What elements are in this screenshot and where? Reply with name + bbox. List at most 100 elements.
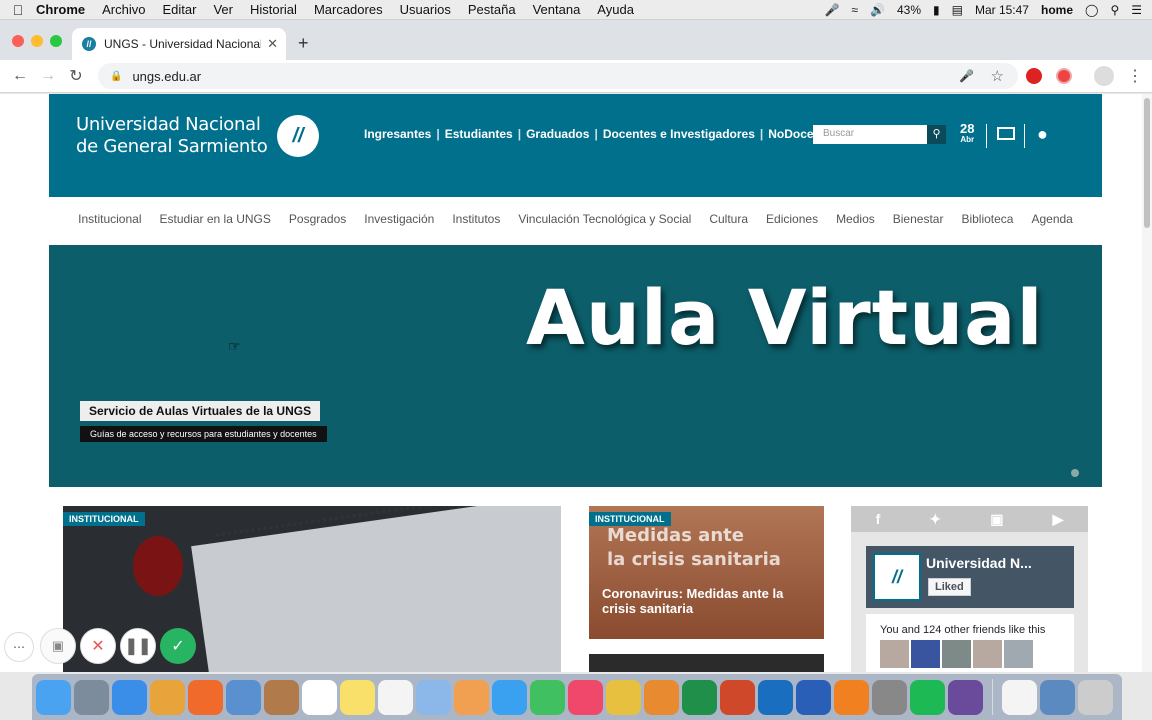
news-card-next[interactable] xyxy=(589,654,824,672)
dock-contacts-icon[interactable] xyxy=(264,679,299,715)
tab-close-icon[interactable]: ✕ xyxy=(267,36,278,52)
dock-launchpad-icon[interactable] xyxy=(74,679,109,715)
mainnav-institutos[interactable]: Institutos xyxy=(452,212,500,226)
instagram-icon[interactable]: ▣ xyxy=(990,511,1003,528)
nav-graduados[interactable]: Graduados xyxy=(526,127,589,141)
friend-avatar[interactable] xyxy=(880,640,909,668)
dock-document-icon[interactable] xyxy=(1002,679,1037,715)
news-card-coronavirus[interactable]: INSTITUCIONAL Medidas ante la crisis san… xyxy=(589,506,824,639)
menubar-clock[interactable]: Mar 15:47 xyxy=(975,3,1029,17)
extension-icon[interactable] xyxy=(1056,68,1072,84)
page-scrollbar[interactable] xyxy=(1142,94,1152,672)
twitter-icon[interactable]: ✦ xyxy=(929,511,941,528)
dock-mail-icon[interactable] xyxy=(226,679,261,715)
search-icon[interactable]: ⚲ xyxy=(927,125,946,144)
address-url[interactable]: ungs.edu.ar xyxy=(132,69,201,84)
reload-button[interactable]: ↻ xyxy=(62,66,90,86)
mainnav-cultura[interactable]: Cultura xyxy=(709,212,748,226)
browser-tab-active[interactable]: // UNGS - Universidad Nacional de Genera… xyxy=(72,28,286,60)
friend-avatar[interactable] xyxy=(1004,640,1033,668)
menu-ver[interactable]: Ver xyxy=(213,2,233,17)
news-title[interactable]: Coronavirus: Medidas ante la crisis sani… xyxy=(602,586,812,616)
dock-facetime-icon[interactable] xyxy=(530,679,565,715)
menu-pestana[interactable]: Pestaña xyxy=(468,2,516,17)
address-bar[interactable]: 🔒 ungs.edu.ar 🎤 ☆ xyxy=(98,63,1018,89)
mainnav-medios[interactable]: Medios xyxy=(836,212,875,226)
recorder-finish-button[interactable]: ✓ xyxy=(160,628,196,664)
category-tag[interactable]: INSTITUCIONAL xyxy=(63,512,145,526)
menu-ventana[interactable]: Ventana xyxy=(533,2,581,17)
back-button[interactable]: ← xyxy=(6,67,34,85)
forward-button[interactable]: → xyxy=(34,67,62,85)
dock-powerpoint-icon[interactable] xyxy=(720,679,755,715)
menu-historial[interactable]: Historial xyxy=(250,2,297,17)
facebook-page-avatar[interactable]: // xyxy=(873,553,921,601)
dock-outlook-icon[interactable] xyxy=(758,679,793,715)
adblock-extension-icon[interactable] xyxy=(1026,68,1042,84)
mainnav-estudiar[interactable]: Estudiar en la UNGS xyxy=(160,212,271,226)
mainnav-vinculacion[interactable]: Vinculación Tecnológica y Social xyxy=(518,212,691,226)
recorder-cancel-button[interactable]: ✕ xyxy=(80,628,116,664)
facebook-liked-button[interactable]: Liked xyxy=(928,578,971,596)
menu-usuarios[interactable]: Usuarios xyxy=(400,2,451,17)
dock-reminders-icon[interactable] xyxy=(378,679,413,715)
battery-percent[interactable]: 43% xyxy=(897,3,921,17)
dock-word-icon[interactable] xyxy=(796,679,831,715)
location-pin-icon[interactable]: ● xyxy=(1037,124,1048,145)
bookmark-star-icon[interactable]: ☆ xyxy=(991,67,1004,85)
facebook-page-plugin[interactable]: // Universidad N... Liked xyxy=(866,546,1074,608)
nav-ingresantes[interactable]: Ingresantes xyxy=(364,127,431,141)
lock-icon[interactable]: 🔒 xyxy=(110,71,122,82)
friend-avatar[interactable] xyxy=(911,640,940,668)
menu-chrome[interactable]: Chrome xyxy=(36,2,85,17)
battery-icon[interactable]: ▮ xyxy=(933,3,940,17)
recorder-pause-button[interactable]: ❚❚ xyxy=(120,628,156,664)
hero-slider[interactable]: Aula Virtual Servicio de Aulas Virtuales… xyxy=(49,245,1102,487)
menubar-user[interactable]: home xyxy=(1041,3,1073,17)
siri-icon[interactable]: ◯ xyxy=(1085,3,1098,17)
site-logo-text[interactable]: Universidad Nacional de General Sarmient… xyxy=(76,114,268,158)
scrollbar-thumb[interactable] xyxy=(1144,98,1150,228)
nav-docentes[interactable]: Docentes e Investigadores xyxy=(603,127,755,141)
site-search-input[interactable]: Buscar xyxy=(813,125,927,144)
mainnav-bienestar[interactable]: Bienestar xyxy=(893,212,944,226)
hero-subcaption[interactable]: Guías de acceso y recursos para estudian… xyxy=(80,426,327,442)
mainnav-ediciones[interactable]: Ediciones xyxy=(766,212,818,226)
mainnav-agenda[interactable]: Agenda xyxy=(1031,212,1072,226)
menu-ayuda[interactable]: Ayuda xyxy=(597,2,634,17)
recorder-more-button[interactable]: ⋯ xyxy=(4,632,34,662)
recorder-camera-button[interactable]: ▣ xyxy=(40,628,76,664)
mainnav-institucional[interactable]: Institucional xyxy=(78,212,141,226)
dock-photos-icon[interactable] xyxy=(454,679,489,715)
dock-preview-icon[interactable] xyxy=(416,679,451,715)
wifi-icon[interactable]: ≈ xyxy=(851,3,858,17)
mainnav-biblioteca[interactable]: Biblioteca xyxy=(961,212,1013,226)
microphone-icon[interactable]: 🎤 xyxy=(824,3,839,17)
dock-music-icon[interactable] xyxy=(568,679,603,715)
dock-calendar-icon[interactable] xyxy=(302,679,337,715)
nav-estudiantes[interactable]: Estudiantes xyxy=(445,127,513,141)
menu-marcadores[interactable]: Marcadores xyxy=(314,2,383,17)
menu-archivo[interactable]: Archivo xyxy=(102,2,145,17)
friend-avatar[interactable] xyxy=(942,640,971,668)
volume-icon[interactable]: 🔊 xyxy=(870,3,885,17)
hero-caption[interactable]: Servicio de Aulas Virtuales de la UNGS xyxy=(80,401,321,421)
window-zoom-button[interactable] xyxy=(50,35,62,47)
voice-search-icon[interactable]: 🎤 xyxy=(959,69,974,83)
dock-notes-icon[interactable] xyxy=(340,679,375,715)
window-minimize-button[interactable] xyxy=(31,35,43,47)
dock-excel-icon[interactable] xyxy=(682,679,717,715)
youtube-icon[interactable]: ▶ xyxy=(1053,511,1064,528)
control-list-icon[interactable]: ☰ xyxy=(1131,3,1142,17)
window-close-button[interactable] xyxy=(12,35,24,47)
dock-trash-icon[interactable] xyxy=(1078,679,1113,715)
dock-system-preferences-icon[interactable] xyxy=(872,679,907,715)
date-badge[interactable]: 28 Abr xyxy=(960,122,974,145)
dock-downloads-icon[interactable] xyxy=(1040,679,1075,715)
profile-avatar-icon[interactable] xyxy=(1094,66,1114,86)
slider-dot[interactable] xyxy=(1071,469,1079,477)
menu-editar[interactable]: Editar xyxy=(162,2,196,17)
chrome-menu-icon[interactable]: ⋮ xyxy=(1127,66,1143,86)
screen-icon[interactable]: ▤ xyxy=(952,3,963,17)
dock-imovie-icon[interactable] xyxy=(606,679,641,715)
